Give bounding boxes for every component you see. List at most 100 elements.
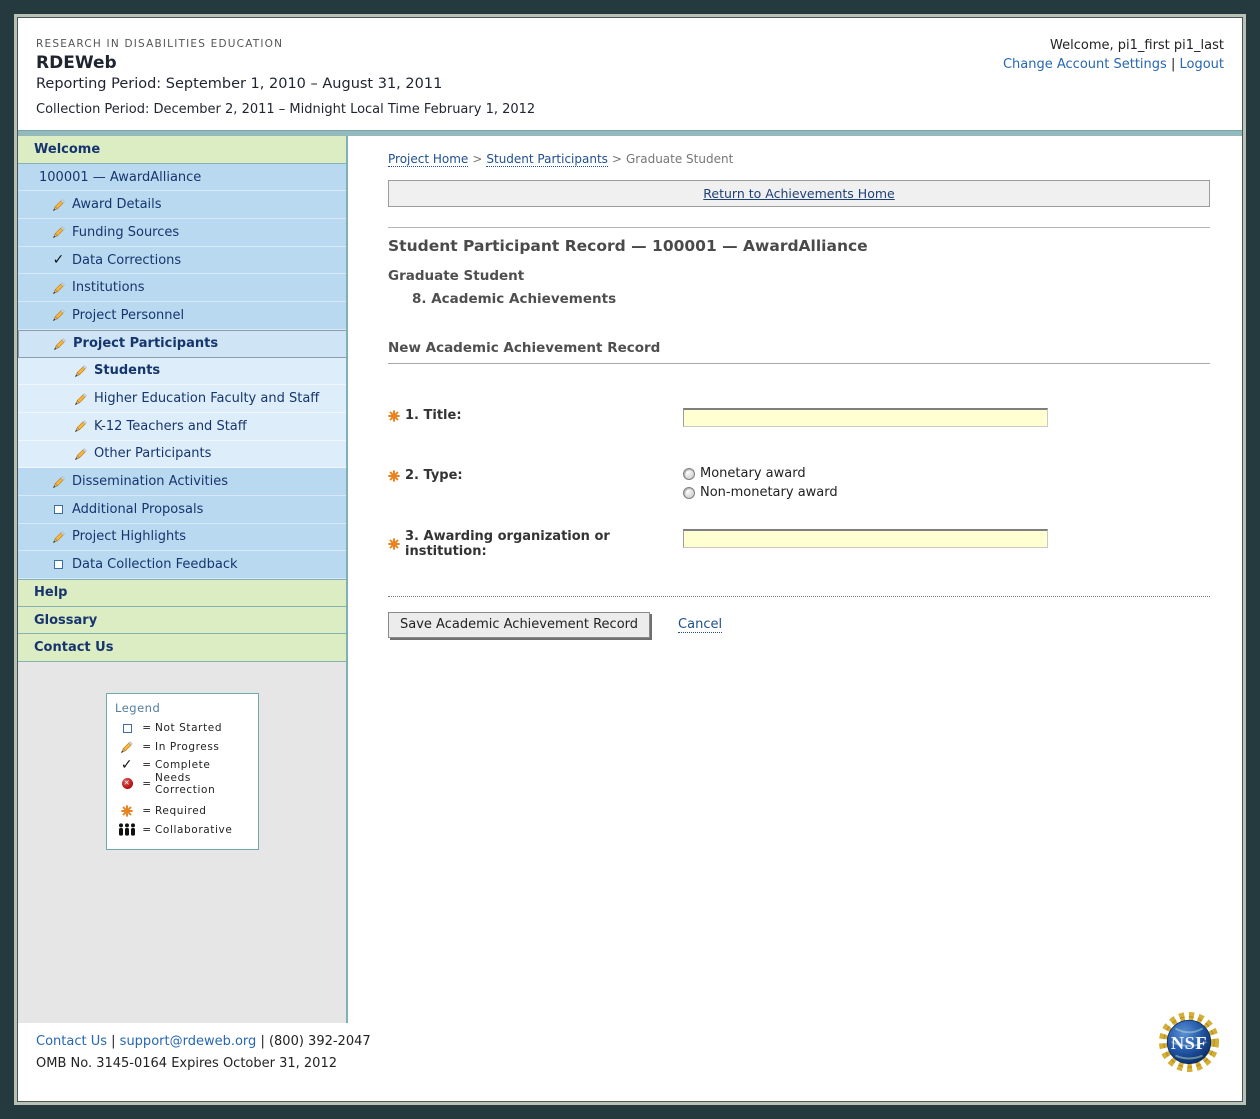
record-subtitle: Graduate Student — [388, 268, 1210, 284]
form-actions: Save Academic Achievement Record Cancel — [388, 612, 1210, 638]
breadcrumb-separator: > — [472, 152, 482, 166]
sidebar-item-contact-us[interactable]: Contact Us — [18, 634, 346, 662]
sidebar-item-award-details[interactable]: Award Details — [18, 191, 346, 219]
required-star-icon — [115, 805, 139, 817]
app-header: RESEARCH IN DISABILITIES EDUCATION RDEWe… — [18, 18, 1242, 130]
sidebar-nav: Welcome 100001 — AwardAlliance Award Det… — [18, 136, 348, 1023]
breadcrumb-current: Graduate Student — [626, 152, 733, 166]
logout-link[interactable]: Logout — [1179, 57, 1224, 72]
sidebar-item-label: Help — [34, 585, 67, 600]
sidebar-item-label: Students — [94, 363, 160, 378]
title-input[interactable] — [683, 408, 1048, 427]
nsf-logo: NSF — [1158, 1011, 1220, 1073]
sidebar-item-project-highlights[interactable]: Project Highlights — [18, 524, 346, 552]
pencil-icon — [115, 740, 139, 754]
sidebar-item-label: Welcome — [34, 142, 100, 157]
awarding-org-field-label: 3. Awarding organization or institution: — [405, 529, 683, 559]
form-row-title: 1. Title: — [388, 408, 1210, 427]
sidebar-item-help[interactable]: Help — [18, 579, 346, 607]
sidebar-item-project-personnel[interactable]: Project Personnel — [18, 302, 346, 330]
pencil-icon — [73, 447, 88, 461]
sidebar-item-welcome[interactable]: Welcome — [18, 136, 346, 164]
check-icon: ✓ — [115, 758, 139, 772]
sidebar-item-other-participants[interactable]: Other Participants — [18, 441, 346, 469]
pencil-icon — [51, 530, 66, 544]
sidebar-item-label: Institutions — [72, 280, 145, 295]
required-star-icon — [388, 538, 400, 550]
sidebar-item-institutions[interactable]: Institutions — [18, 274, 346, 302]
form-row-awarding-org: 3. Awarding organization or institution: — [388, 529, 1210, 559]
welcome-text: Welcome, pi1_first pi1_last — [1003, 38, 1224, 53]
pencil-icon — [73, 419, 88, 433]
sidebar-item-higher-ed-faculty-staff[interactable]: Higher Education Faculty and Staff — [18, 385, 346, 413]
pencil-icon — [52, 337, 67, 351]
sidebar-item-label: Project Highlights — [72, 529, 186, 544]
sidebar-item-additional-proposals[interactable]: Additional Proposals — [18, 496, 346, 524]
legend-row: = In Progress — [115, 738, 252, 757]
sidebar-item-label: Data Corrections — [72, 253, 181, 268]
sidebar-item-data-collection-feedback[interactable]: Data Collection Feedback — [18, 551, 346, 579]
sidebar-item-glossary[interactable]: Glossary — [18, 607, 346, 635]
type-field-label-wrap: 2. Type: — [388, 468, 683, 483]
not-started-square-icon — [51, 560, 66, 569]
pencil-icon — [51, 308, 66, 322]
sidebar-item-label: Glossary — [34, 613, 97, 628]
equals-sign: = — [139, 805, 155, 817]
type-field-label: 2. Type: — [405, 468, 463, 483]
sidebar-item-funding-sources[interactable]: Funding Sources — [18, 219, 346, 247]
breadcrumb-separator: > — [612, 152, 622, 166]
sidebar-item-students[interactable]: Students — [18, 358, 346, 386]
change-account-settings-link[interactable]: Change Account Settings — [1003, 57, 1167, 72]
sidebar-item-award[interactable]: 100001 — AwardAlliance — [18, 164, 346, 192]
sidebar-item-data-corrections[interactable]: ✓Data Corrections — [18, 247, 346, 275]
section-label: 8. Academic Achievements — [412, 291, 1210, 307]
equals-sign: = — [139, 778, 155, 790]
legend-row: ✕ = Needs Correction — [115, 775, 252, 794]
legend: Legend = Not Started = In Progress ✓ = — [106, 693, 259, 850]
collaborative-people-icon — [115, 823, 139, 836]
footer: Contact Us | support@rdeweb.org | (800) … — [18, 1023, 1242, 1101]
legend-row: = Collaborative — [115, 821, 252, 840]
sidebar-item-project-participants[interactable]: Project Participants — [18, 330, 346, 358]
pencil-icon — [51, 225, 66, 239]
equals-sign: = — [139, 741, 155, 753]
footer-email-link[interactable]: support@rdeweb.org — [120, 1034, 257, 1049]
return-to-achievements-home-link[interactable]: Return to Achievements Home — [703, 186, 894, 201]
page-border: RESEARCH IN DISABILITIES EDUCATION RDEWe… — [14, 14, 1246, 1105]
sidebar-item-label: Project Participants — [73, 336, 218, 351]
form-row-type: 2. Type: Monetary award Non-monetary awa… — [388, 468, 1210, 500]
return-bar: Return to Achievements Home — [388, 180, 1210, 207]
footer-contact-us-link[interactable]: Contact Us — [36, 1034, 107, 1049]
radio-button-icon[interactable] — [683, 468, 695, 480]
cancel-link[interactable]: Cancel — [678, 617, 722, 633]
footer-separator: | — [111, 1034, 115, 1049]
pencil-icon — [73, 392, 88, 406]
equals-sign: = — [139, 722, 155, 734]
breadcrumb-student-participants-link[interactable]: Student Participants — [486, 152, 608, 167]
reporting-period: Reporting Period: September 1, 2010 – Au… — [36, 76, 1224, 92]
awarding-org-input[interactable] — [683, 529, 1048, 548]
collection-period: Collection Period: December 2, 2011 – Mi… — [36, 102, 1224, 117]
radio-button-icon[interactable] — [683, 487, 695, 499]
sidebar-item-label: Award Details — [72, 197, 162, 212]
sidebar-item-dissemination-activities[interactable]: Dissemination Activities — [18, 468, 346, 496]
required-star-icon — [388, 470, 400, 482]
non-monetary-award-radio[interactable]: Non-monetary award — [683, 485, 838, 500]
legend-label: Required — [155, 805, 207, 817]
sidebar-item-label: Dissemination Activities — [72, 474, 228, 489]
sidebar-item-label: K-12 Teachers and Staff — [94, 419, 247, 434]
save-button[interactable]: Save Academic Achievement Record — [388, 612, 650, 638]
not-started-square-icon — [51, 505, 66, 514]
legend-row: = Required — [115, 802, 252, 821]
legend-label: Complete — [155, 759, 210, 771]
legend-title: Legend — [115, 701, 252, 715]
link-separator: | — [1171, 57, 1175, 72]
page-title: Student Participant Record — 100001 — Aw… — [388, 227, 1210, 255]
sidebar-item-k12-teachers-staff[interactable]: K-12 Teachers and Staff — [18, 413, 346, 441]
breadcrumb-project-home-link[interactable]: Project Home — [388, 152, 468, 167]
sidebar-item-label: Additional Proposals — [72, 502, 203, 517]
monetary-award-radio[interactable]: Monetary award — [683, 466, 838, 481]
equals-sign: = — [139, 824, 155, 836]
legend-label: Collaborative — [155, 824, 232, 836]
pencil-icon — [51, 281, 66, 295]
